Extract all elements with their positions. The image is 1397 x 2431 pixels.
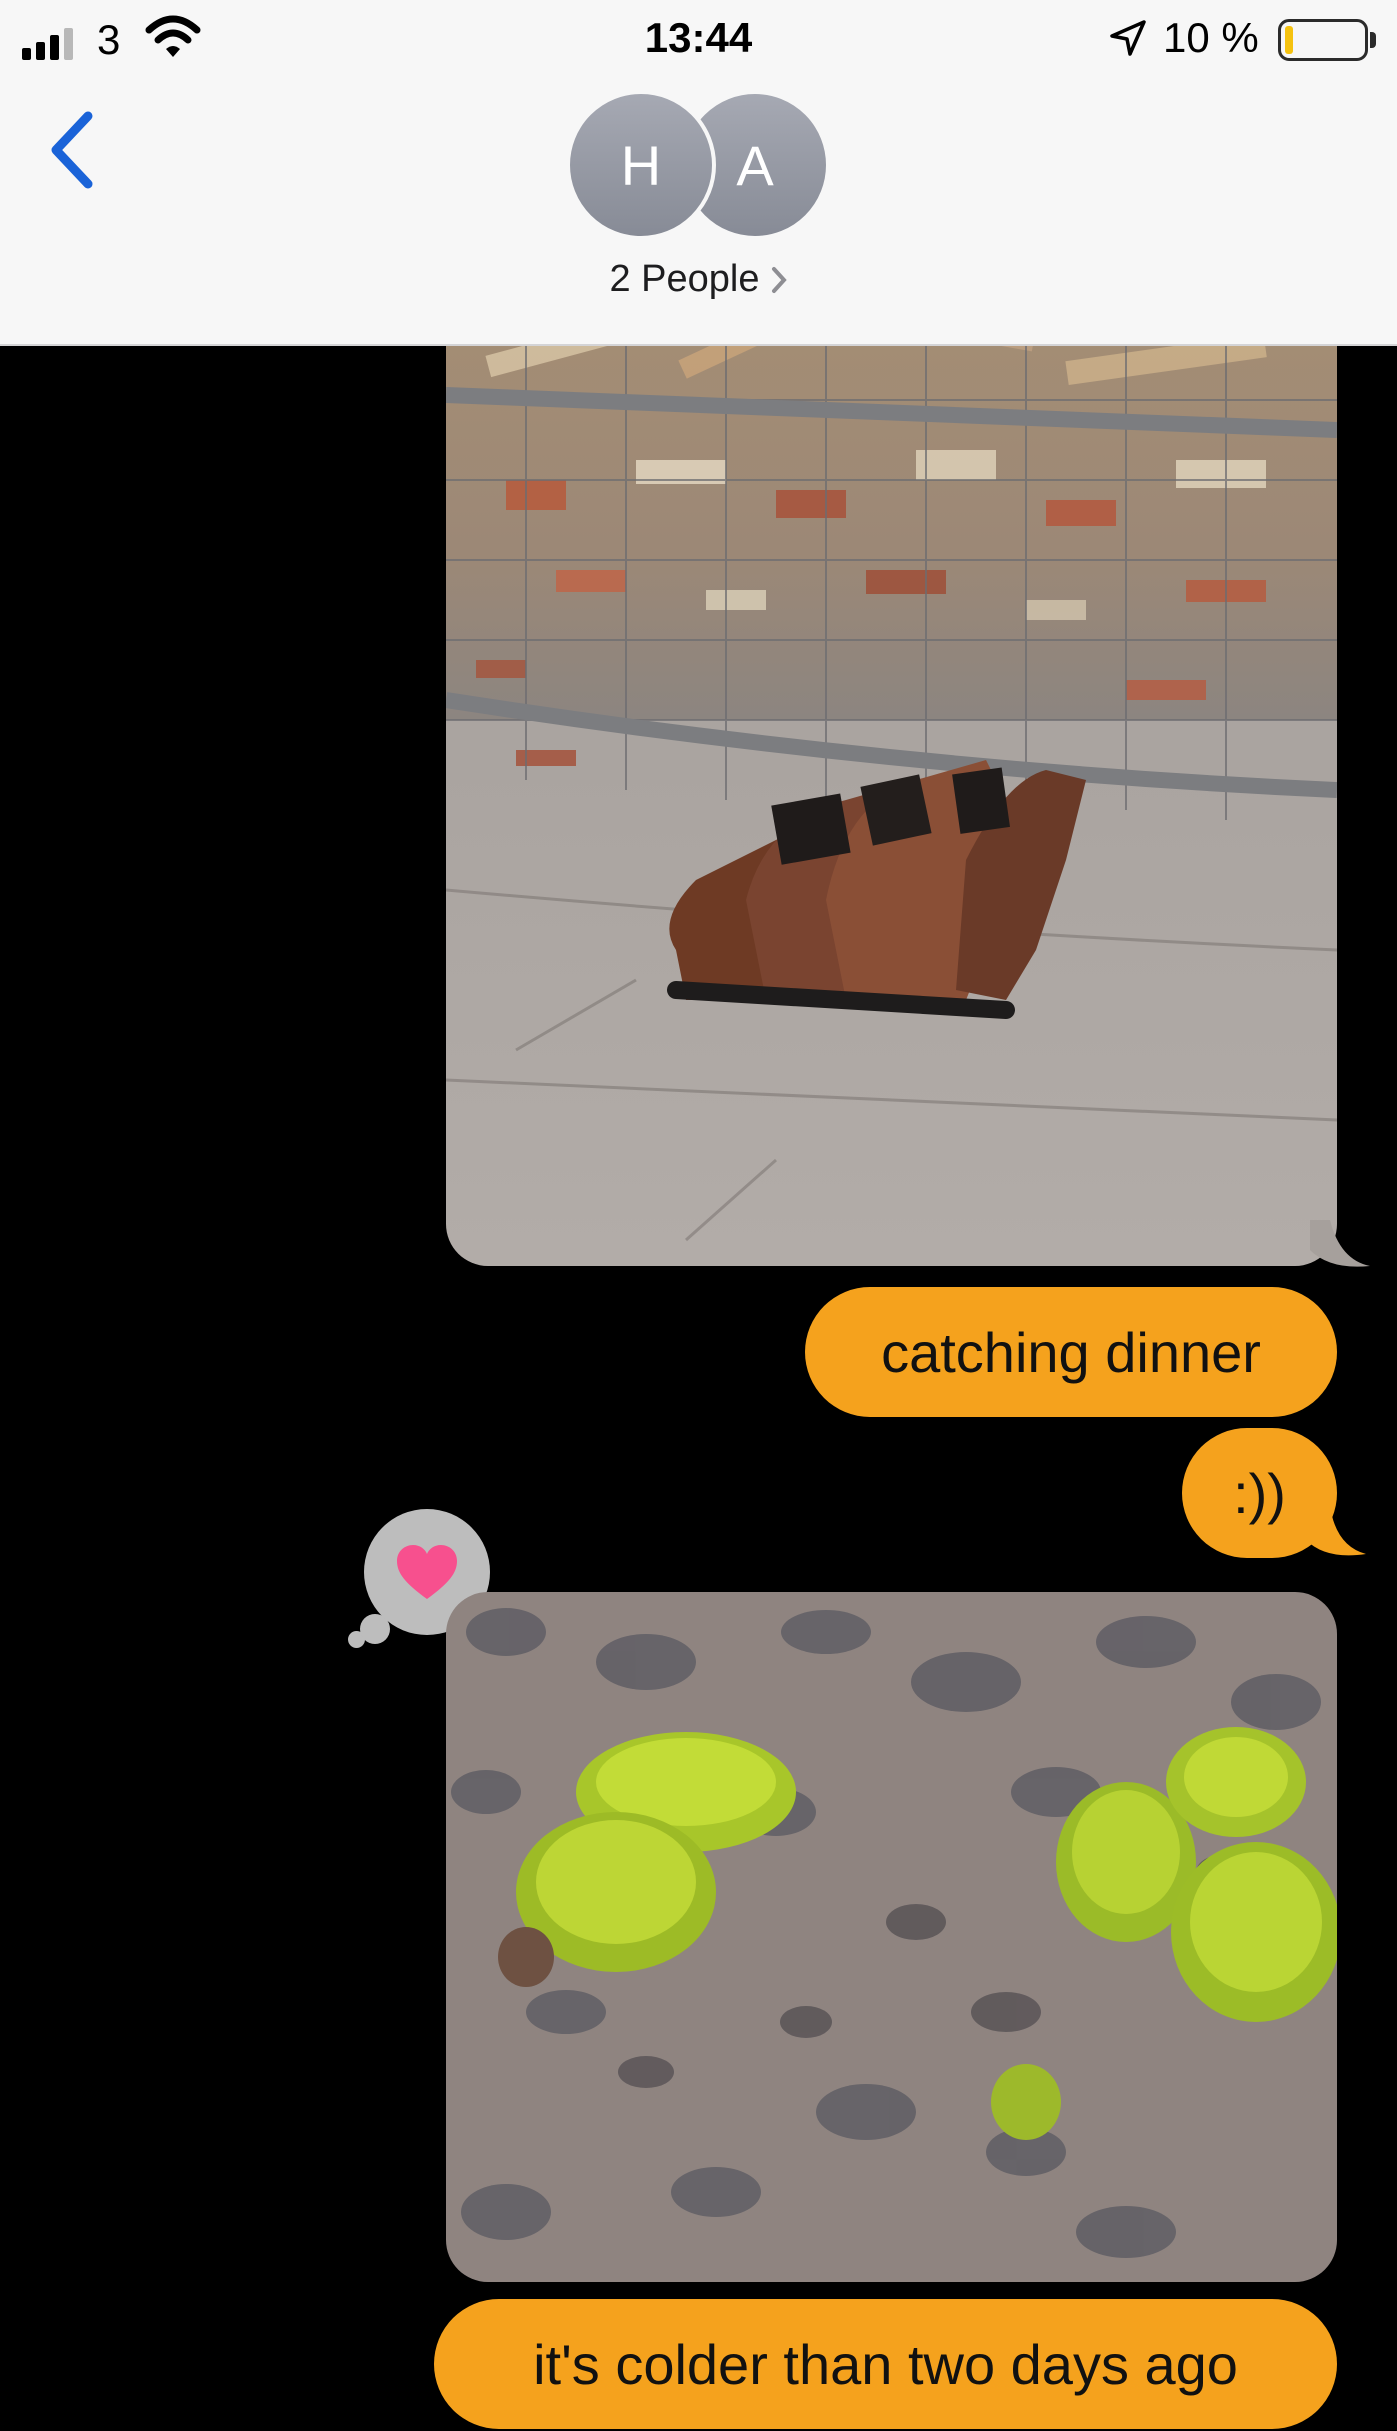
message-bubble[interactable]: it's colder than two days ago bbox=[434, 2299, 1337, 2429]
bubble-tail bbox=[1310, 1220, 1370, 1267]
status-bar: 3 13:44 10 % bbox=[0, 0, 1397, 76]
message-bubble[interactable]: catching dinner bbox=[805, 1287, 1337, 1417]
chevron-left-icon bbox=[51, 111, 93, 189]
bubble-tail bbox=[1306, 1506, 1366, 1556]
battery-percentage: 10 % bbox=[1163, 14, 1259, 61]
seaweed-photo bbox=[446, 1592, 1337, 2282]
messages-screen: 3 13:44 10 % H A 2 People catching dinne… bbox=[0, 0, 1397, 2431]
group-details-button[interactable]: 2 People bbox=[0, 258, 1397, 301]
boots-photo bbox=[446, 300, 1337, 1266]
battery-level bbox=[1285, 26, 1293, 54]
back-button[interactable] bbox=[38, 102, 108, 202]
people-label: 2 People bbox=[609, 258, 760, 300]
battery-icon bbox=[1278, 19, 1368, 61]
photo-message-seaweed[interactable] bbox=[446, 1592, 1337, 2282]
avatar-h[interactable]: H bbox=[566, 90, 716, 240]
location-arrow-icon bbox=[1110, 20, 1146, 56]
heart-icon bbox=[397, 1545, 457, 1599]
chevron-right-icon bbox=[771, 266, 787, 293]
battery-tip bbox=[1370, 32, 1376, 48]
photo-message-boots[interactable] bbox=[446, 300, 1337, 1266]
conversation-header: 3 13:44 10 % H A 2 People bbox=[0, 0, 1397, 346]
